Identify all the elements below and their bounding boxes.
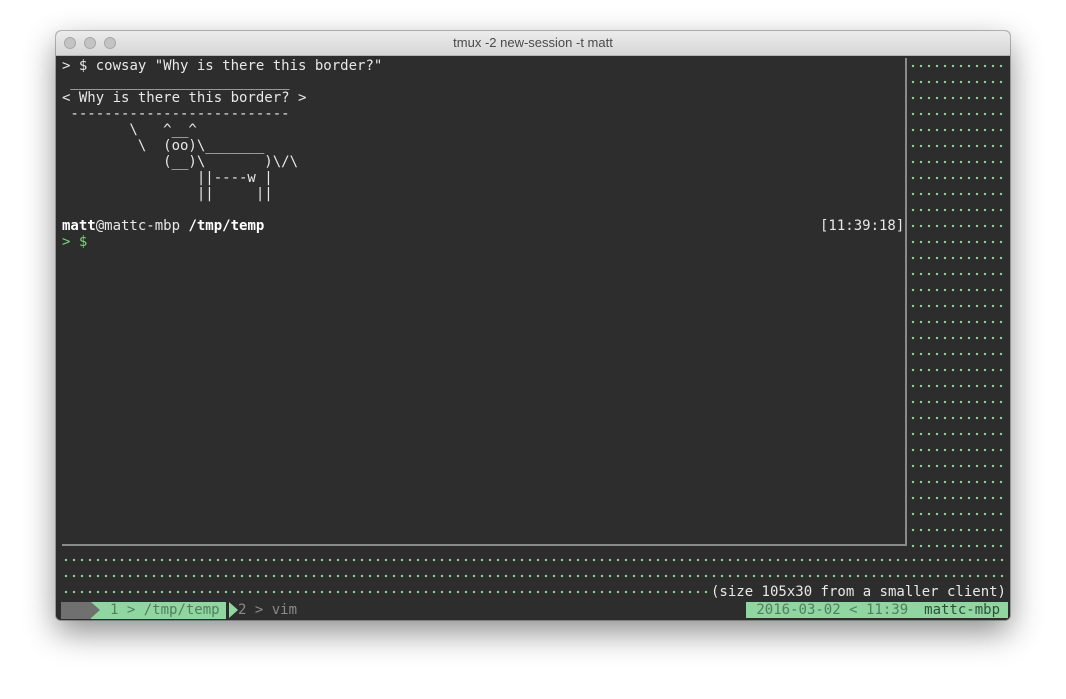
pane-border-vertical <box>905 58 907 545</box>
cow-line: (__)\ )\/\ <box>62 154 299 170</box>
prompt-path: /tmp/temp <box>180 218 265 234</box>
size-message: (size 105x30 from a smaller client) <box>708 584 1006 600</box>
status-time: 11:39 <box>865 602 909 618</box>
status-host: mattc-mbp <box>914 602 1008 618</box>
tmux-status-bar: 1 > /tmp/temp 2 > vim 2016-03-02 < 11:39… <box>56 601 1010 620</box>
title-bar[interactable]: tmux -2 new-session -t matt <box>56 31 1010 56</box>
terminal-content[interactable]: > $ cowsay "Why is there this border?" _… <box>56 56 1010 620</box>
cow-line: < Why is there this border? > <box>62 90 307 106</box>
cow-line: ||----w | <box>62 170 273 186</box>
status-right: 2016-03-02 < 11:39 mattc-mbp <box>746 602 1008 619</box>
cow-line: \ (oo)\_______ <box>62 138 265 154</box>
cow-line: __________________________ <box>62 74 290 90</box>
status-date-time: 2016-03-02 < 11:39 <box>746 602 915 618</box>
status-date-separator: < <box>849 602 858 618</box>
terminal-window: tmux -2 new-session -t matt > $ cowsay "… <box>56 31 1010 620</box>
current-prompt: > $ <box>62 234 87 250</box>
cow-line: -------------------------- <box>62 106 290 122</box>
unused-area-right <box>909 58 1007 548</box>
cow-line: \ ^__^ <box>62 122 197 138</box>
pane-border-horizontal <box>62 544 907 546</box>
window-2-index: 2 <box>238 602 255 618</box>
status-date: 2016-03-02 <box>756 602 841 618</box>
cow-line: || || <box>62 186 273 202</box>
prompt-info-line: matt@mattc-mbp /tmp/temp <box>62 218 264 234</box>
window-tab-2[interactable]: 2 > vim <box>228 602 297 619</box>
prompt-time: [11:39:18] <box>820 218 905 234</box>
command-text: cowsay "Why is there this border?" <box>87 58 383 74</box>
window-2-name: vim <box>263 602 298 618</box>
session-arrow <box>91 602 100 618</box>
window-tab-1[interactable]: 1 > /tmp/temp <box>100 602 226 619</box>
session-indicator <box>61 602 91 619</box>
window-title: tmux -2 new-session -t matt <box>453 35 613 50</box>
window-1-name: /tmp/temp <box>135 602 220 618</box>
command-prompt: > $ <box>62 58 88 74</box>
prompt-host: @mattc-mbp <box>95 218 181 234</box>
current-prompt-symbol: > $ <box>62 234 88 250</box>
window-1-index: 1 <box>110 602 127 618</box>
prompt-user: matt <box>62 218 96 234</box>
command-line: > $ cowsay "Why is there this border?" <box>62 58 382 74</box>
